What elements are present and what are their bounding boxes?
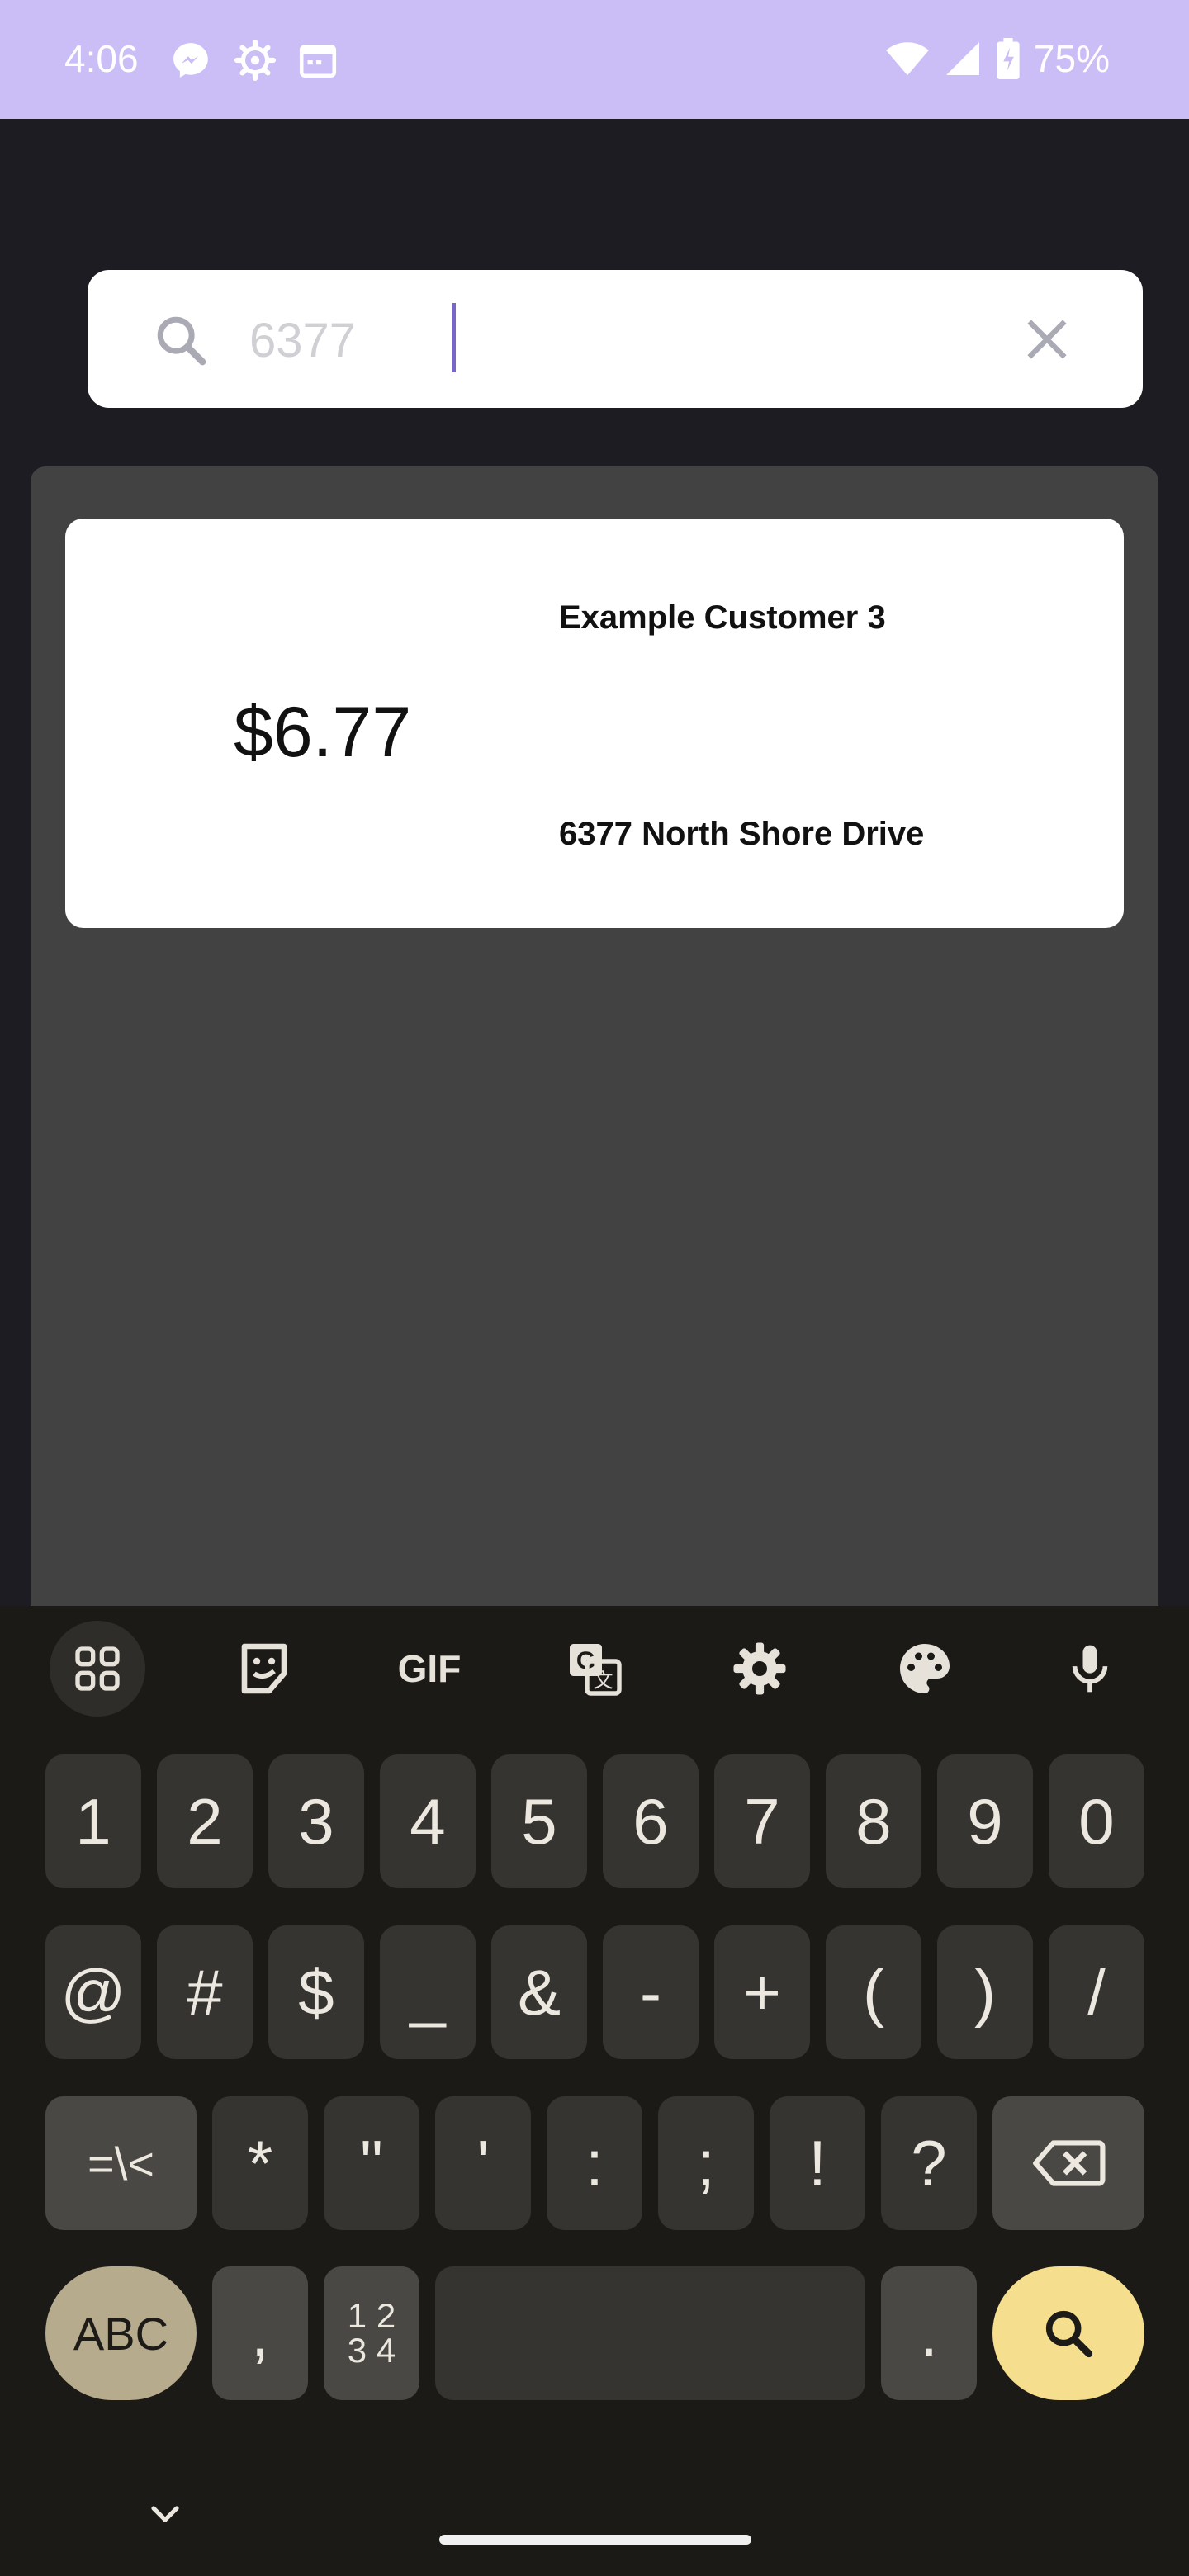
status-time: 4:06 — [64, 37, 139, 80]
customer-result-card[interactable]: $6.77 Example Customer 3 6377 North Shor… — [65, 519, 1124, 928]
numpad-key[interactable]: 1 2 3 4 — [324, 2266, 419, 2400]
key-exclamation[interactable]: ! — [770, 2096, 865, 2230]
key-8[interactable]: 8 — [826, 1754, 921, 1888]
key-ampersand[interactable]: & — [491, 1925, 587, 2059]
keyboard-search-key[interactable] — [992, 2266, 1144, 2400]
key-dollar[interactable]: $ — [268, 1925, 364, 2059]
text-caret — [452, 303, 456, 372]
battery-charging-icon — [997, 38, 1020, 79]
settings-gear-icon — [234, 40, 276, 81]
key-open-paren[interactable]: ( — [826, 1925, 921, 2059]
status-bar: 4:06 75% — [0, 0, 1189, 119]
messenger-icon — [173, 43, 208, 78]
backspace-key[interactable] — [992, 2096, 1144, 2230]
key-semicolon[interactable]: ; — [658, 2096, 754, 2230]
key-hash[interactable]: # — [157, 1925, 253, 2059]
key-0[interactable]: 0 — [1049, 1754, 1144, 1888]
backspace-icon — [1033, 2140, 1106, 2186]
key-at[interactable]: @ — [45, 1925, 141, 2059]
key-1[interactable]: 1 — [45, 1754, 141, 1888]
key-asterisk[interactable]: * — [212, 2096, 308, 2230]
numpad-label-top: 1 2 — [347, 2296, 396, 2335]
key-7[interactable]: 7 — [714, 1754, 810, 1888]
status-right: 75% — [885, 36, 1110, 81]
search-icon — [157, 316, 206, 366]
gif-button[interactable]: GIF — [381, 1621, 477, 1717]
clear-icon[interactable] — [1021, 313, 1073, 366]
key-6[interactable]: 6 — [603, 1754, 699, 1888]
key-apostrophe[interactable]: ' — [435, 2096, 531, 2230]
search-icon — [1045, 2310, 1093, 2358]
space-key[interactable] — [435, 2266, 865, 2400]
signal-icon — [945, 42, 979, 75]
key-2[interactable]: 2 — [157, 1754, 253, 1888]
soft-keyboard: GIF G 文 1 2 3 4 5 6 7 8 9 0 @ # $ _ & - … — [0, 1606, 1189, 2576]
gesture-nav-handle[interactable] — [439, 2535, 751, 2545]
microphone-icon[interactable] — [1042, 1621, 1138, 1717]
key-period[interactable]: . — [881, 2266, 977, 2400]
key-5[interactable]: 5 — [491, 1754, 587, 1888]
customer-name: Example Customer 3 — [559, 599, 886, 636]
wifi-icon — [886, 42, 929, 76]
translate-icon[interactable]: G 文 — [547, 1621, 642, 1717]
calendar-icon — [299, 45, 337, 78]
key-close-paren[interactable]: ) — [937, 1925, 1033, 2059]
key-colon[interactable]: : — [547, 2096, 642, 2230]
key-4[interactable]: 4 — [380, 1754, 476, 1888]
key-plus[interactable]: + — [714, 1925, 810, 2059]
keyboard-toolbar: GIF G 文 — [0, 1606, 1189, 1730]
battery-percentage: 75% — [1033, 37, 1110, 80]
key-minus[interactable]: - — [603, 1925, 699, 2059]
numpad-label-bottom: 3 4 — [347, 2331, 396, 2370]
key-underscore[interactable]: _ — [380, 1925, 476, 2059]
abc-key[interactable]: ABC — [45, 2266, 197, 2400]
customer-address: 6377 North Shore Drive — [559, 816, 925, 852]
key-slash[interactable]: / — [1049, 1925, 1144, 2059]
settings-icon[interactable] — [712, 1621, 808, 1717]
key-3[interactable]: 3 — [268, 1754, 364, 1888]
key-double-quote[interactable]: " — [324, 2096, 419, 2230]
search-input[interactable] — [249, 303, 992, 377]
key-9[interactable]: 9 — [937, 1754, 1033, 1888]
key-comma[interactable]: , — [212, 2266, 308, 2400]
search-bar[interactable] — [88, 270, 1143, 408]
key-question[interactable]: ? — [881, 2096, 977, 2230]
apps-grid-icon[interactable] — [50, 1621, 145, 1717]
svg-text:文: 文 — [594, 1669, 613, 1693]
sticker-icon[interactable] — [216, 1621, 312, 1717]
palette-icon[interactable] — [877, 1621, 973, 1717]
order-price: $6.77 — [234, 693, 412, 772]
hide-keyboard-chevron-down-icon[interactable] — [145, 2495, 185, 2535]
gif-label: GIF — [397, 1647, 462, 1690]
key-more-symbols[interactable]: =\< — [45, 2096, 197, 2230]
